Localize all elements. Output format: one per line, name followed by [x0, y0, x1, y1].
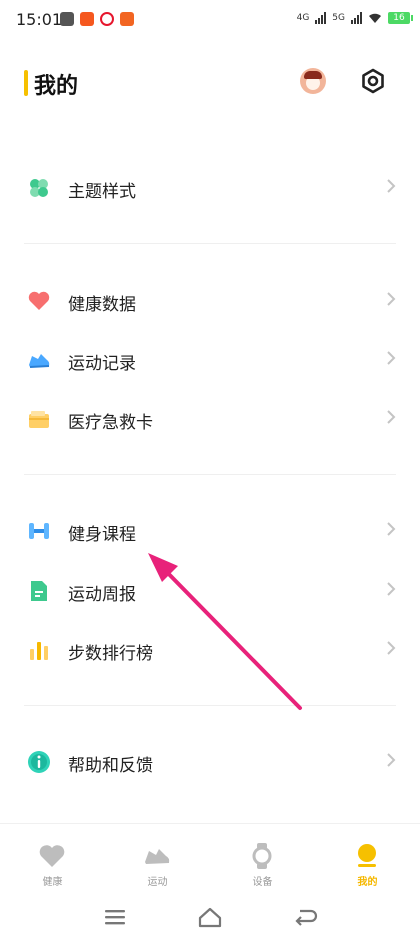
- menu-item-label: 步数排行榜: [68, 644, 153, 664]
- app-notification-icon: [80, 12, 94, 26]
- menu-item-label: 医疗急救卡: [68, 413, 153, 433]
- chevron-right-icon: [387, 351, 396, 365]
- network-4g-label: 4G: [296, 13, 310, 23]
- sneaker-icon: [145, 849, 170, 864]
- weibo-notification-icon: [100, 12, 114, 26]
- heart-icon: [39, 845, 65, 867]
- system-nav-bar: [0, 895, 420, 940]
- wifi-icon: [369, 13, 381, 23]
- tab-health[interactable]: 健康: [0, 824, 105, 894]
- battery-icon: 16: [388, 12, 413, 24]
- divider: [24, 474, 396, 475]
- chevron-right-icon: [387, 753, 396, 767]
- tab-label: 运动: [147, 877, 168, 888]
- menu-item-weekly-report[interactable]: 运动周报: [0, 566, 420, 616]
- menu-item-label: 运动记录: [68, 354, 136, 374]
- title-accent-bar: [24, 70, 28, 96]
- menu-item-medical-card[interactable]: 医疗急救卡: [0, 394, 420, 444]
- status-bar: 15:01 4G 5G 16: [0, 0, 420, 40]
- signal-icon: [315, 12, 327, 24]
- menu-item-exercise-record[interactable]: 运动记录: [0, 335, 420, 385]
- info-icon: [28, 751, 50, 773]
- divider: [24, 243, 396, 244]
- menu-item-step-ranking[interactable]: 步数排行榜: [0, 625, 420, 675]
- app-notification-icon: [120, 12, 134, 26]
- chevron-right-icon: [387, 292, 396, 306]
- chevron-right-icon: [387, 179, 396, 193]
- chevron-right-icon: [387, 582, 396, 596]
- menu-item-label: 主题样式: [68, 182, 136, 202]
- app-notification-icon: [60, 12, 74, 26]
- menu-item-label: 运动周报: [68, 585, 136, 605]
- divider: [24, 705, 396, 706]
- status-indicators: 4G 5G 16: [296, 12, 413, 24]
- tab-exercise[interactable]: 运动: [105, 824, 210, 894]
- document-icon: [31, 581, 47, 601]
- menu-item-label: 帮助和反馈: [68, 756, 153, 776]
- menu-item-fitness-course[interactable]: 健身课程: [0, 506, 420, 556]
- theme-icon: [30, 179, 48, 197]
- status-time: 15:01: [16, 10, 63, 29]
- bar-chart-icon: [30, 642, 48, 660]
- wallet-card-icon: [29, 411, 49, 428]
- bottom-nav: 健康 运动 设备 我的: [0, 823, 420, 894]
- tab-label: 设备: [252, 877, 273, 888]
- signal-icon: [351, 12, 362, 24]
- annotation-arrow: [148, 553, 302, 710]
- home-icon[interactable]: [197, 905, 223, 929]
- sneaker-icon: [29, 354, 50, 368]
- chevron-right-icon: [387, 410, 396, 424]
- tab-label: 我的: [357, 877, 378, 888]
- avatar-hair: [304, 71, 322, 79]
- menu-item-health-data[interactable]: 健康数据: [0, 276, 420, 326]
- menu-icon[interactable]: [102, 905, 128, 929]
- battery-level: 16: [393, 13, 405, 23]
- avatar[interactable]: [300, 68, 326, 94]
- menu-item-label: 健身课程: [68, 525, 136, 545]
- tab-device[interactable]: 设备: [210, 824, 315, 894]
- header: 我的: [0, 62, 420, 106]
- tab-mine[interactable]: 我的: [315, 824, 420, 894]
- back-icon[interactable]: [292, 905, 318, 929]
- heart-icon: [28, 291, 50, 310]
- menu-item-label: 健康数据: [68, 295, 136, 315]
- dumbbell-icon: [29, 523, 49, 539]
- tab-label: 健康: [42, 877, 63, 888]
- page-title: 我的: [34, 74, 79, 99]
- notification-icons: [60, 12, 134, 26]
- chevron-right-icon: [387, 522, 396, 536]
- menu-item-theme[interactable]: 主题样式: [0, 163, 420, 213]
- network-5g-label: 5G: [332, 13, 345, 23]
- settings-icon[interactable]: [360, 68, 386, 94]
- chevron-right-icon: [387, 641, 396, 655]
- profile-icon: [358, 844, 376, 867]
- menu-item-help-feedback[interactable]: 帮助和反馈: [0, 737, 420, 787]
- watch-icon: [252, 843, 272, 869]
